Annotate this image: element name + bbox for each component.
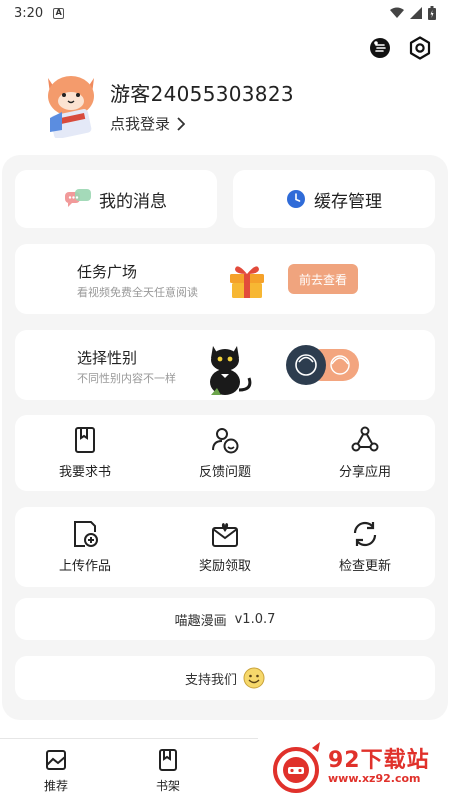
refresh-icon [351, 520, 379, 548]
clock-icon [287, 190, 305, 208]
gender-toggle[interactable] [285, 344, 359, 386]
gender-select-title: 选择性别 [77, 349, 138, 367]
claim-reward-label: 奖励领取 [198, 559, 251, 574]
share-app-label: 分享应用 [338, 465, 391, 480]
signal-icon [410, 7, 422, 19]
theme-mode-icon[interactable] [368, 36, 392, 60]
login-link[interactable]: 点我登录 [110, 113, 186, 134]
smiley-icon [243, 667, 265, 689]
upload-work-label: 上传作品 [58, 559, 111, 574]
tab-recommend-label: 推荐 [43, 779, 68, 793]
cache-management-button[interactable]: 缓存管理 [233, 170, 435, 228]
app-name: 喵趣漫画 [174, 613, 227, 629]
black-cat-illustration [203, 340, 255, 396]
tab-bookshelf-label: 书架 [155, 779, 180, 793]
profile-header: 游客24055303823 点我登录 [42, 68, 422, 140]
my-messages-label: 我的消息 [99, 191, 167, 212]
share-app-button[interactable]: 分享应用 [295, 415, 435, 491]
task-square-title: 任务广场 [77, 263, 138, 281]
support-us-button[interactable]: 支持我们 [15, 656, 435, 700]
chat-bubbles-icon [65, 189, 91, 207]
cache-management-label: 缓存管理 [314, 191, 382, 212]
my-messages-button[interactable]: 我的消息 [15, 170, 217, 228]
task-square-subtitle: 看视频免费全天任意阅读 [77, 286, 198, 299]
version-info: 喵趣漫画 v1.0.7 [15, 598, 435, 640]
feedback-button[interactable]: 反馈问题 [155, 415, 295, 491]
watermark-url: www.xz92.com [328, 772, 421, 785]
check-update-label: 检查更新 [338, 559, 391, 574]
gender-select-card[interactable]: 选择性别 不同性别内容不一样 [15, 330, 435, 400]
share-icon [351, 426, 379, 454]
watermark-logo-icon [268, 740, 324, 796]
feature-grid-row-2: 上传作品 奖励领取 检查更新 [15, 507, 435, 587]
check-update-button[interactable]: 检查更新 [295, 507, 435, 587]
watermark-title: 92下载站 [328, 748, 430, 773]
chevron-right-icon [177, 116, 186, 131]
tab-recommend[interactable]: 推荐 [26, 749, 86, 794]
avatar[interactable] [42, 68, 100, 139]
settings-icon[interactable] [408, 36, 432, 60]
feature-grid-row-1: 我要求书 反馈问题 分享应用 [15, 415, 435, 491]
watermark-overlay: 92下载站 www.xz92.com [258, 738, 450, 800]
feedback-icon [211, 426, 239, 454]
bookshelf-icon [157, 749, 179, 771]
upload-icon [71, 520, 99, 548]
claim-reward-button[interactable]: 奖励领取 [155, 507, 295, 587]
task-square-card[interactable]: 任务广场 看视频免费全天任意阅读 前去查看 [15, 244, 435, 314]
request-book-button[interactable]: 我要求书 [15, 415, 155, 491]
book-icon [71, 426, 99, 454]
login-label: 点我登录 [110, 115, 171, 133]
status-bar: 3:20 A [0, 0, 450, 26]
notification-badge-icon: A [53, 7, 65, 19]
recommend-icon [45, 749, 67, 771]
reward-mail-icon [211, 520, 239, 548]
battery-icon [428, 6, 436, 20]
wifi-icon [390, 7, 404, 18]
request-book-label: 我要求书 [58, 465, 111, 480]
support-us-label: 支持我们 [184, 672, 237, 688]
feedback-label: 反馈问题 [198, 465, 251, 480]
tab-bookshelf[interactable]: 书架 [138, 749, 198, 794]
gift-icon [227, 260, 267, 300]
username: 游客24055303823 [110, 82, 294, 106]
gender-select-subtitle: 不同性别内容不一样 [77, 372, 176, 385]
top-icons [368, 36, 432, 60]
status-time: 3:20 [14, 5, 44, 21]
upload-work-button[interactable]: 上传作品 [15, 507, 155, 587]
version-number: v1.0.7 [234, 611, 276, 627]
go-view-button[interactable]: 前去查看 [288, 264, 358, 294]
